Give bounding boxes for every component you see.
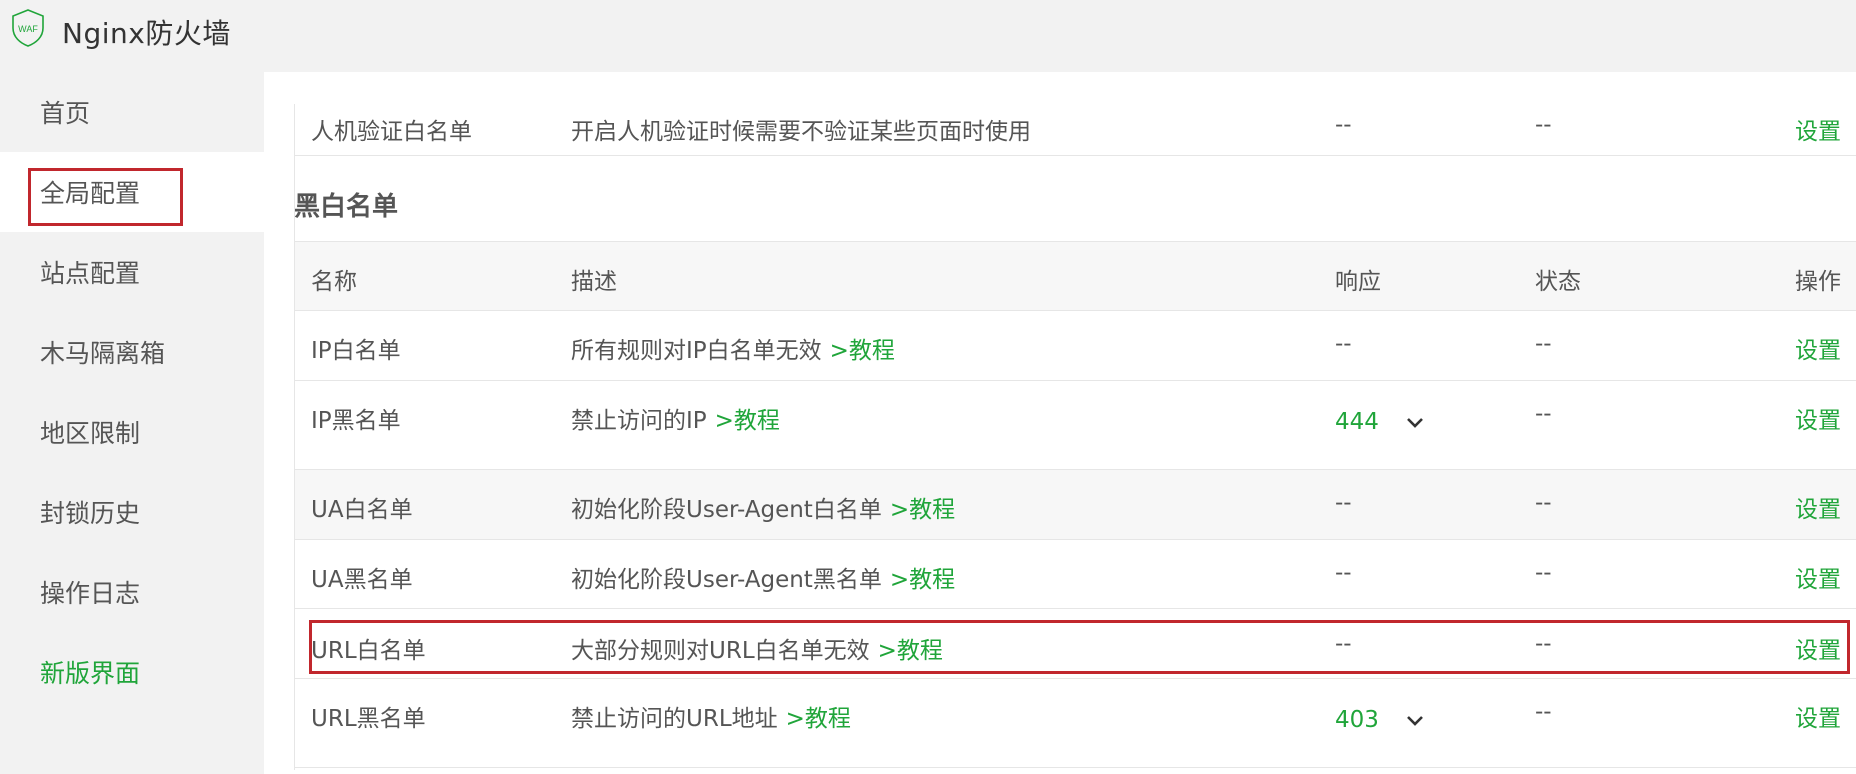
row-desc: 禁止访问的URL地址 >教程 [571, 706, 851, 732]
row-response: -- [1335, 331, 1352, 357]
header-desc: 描述 [571, 269, 617, 295]
settings-link[interactable]: 设置 [1795, 401, 1841, 435]
table-row: UA白名单 初始化阶段User-Agent白名单 >教程 -- -- 设置 [294, 470, 1856, 540]
section-title: 黑白名单 [294, 192, 399, 222]
row-status: -- [1535, 331, 1552, 357]
row-response: -- [1335, 490, 1352, 516]
table-header: 名称 描述 响应 状态 操作 [294, 241, 1856, 311]
row-desc: 初始化阶段User-Agent黑名单 >教程 [571, 567, 956, 593]
table-row: UA黑名单 初始化阶段User-Agent黑名单 >教程 -- -- 设置 [294, 540, 1856, 609]
row-status: -- [1535, 401, 1552, 427]
row-response: -- [1335, 560, 1352, 586]
settings-link[interactable]: 设置 [1795, 490, 1841, 524]
table-row: IP黑名单 禁止访问的IP >教程 444 -- 设置 [294, 381, 1856, 470]
row-status: -- [1535, 112, 1552, 138]
table-row: 人机验证白名单 开启人机验证时候需要不验证某些页面时使用 -- -- 设置 [294, 104, 1856, 156]
row-name: 人机验证白名单 [311, 119, 472, 145]
row-name: IP黑名单 [311, 408, 401, 434]
header-status: 状态 [1535, 269, 1581, 295]
header-response: 响应 [1335, 269, 1381, 295]
sidebar-item-block-history[interactable]: 封锁历史 [0, 472, 264, 552]
highlight-box-global-config [28, 168, 183, 226]
row-name: UA黑名单 [311, 567, 413, 593]
waf-shield-icon: WAF [12, 9, 44, 47]
row-name: URL黑名单 [311, 706, 426, 732]
response-value: 444 [1335, 409, 1379, 435]
settings-link[interactable]: 设置 [1795, 331, 1841, 365]
sidebar-item-operation-log[interactable]: 操作日志 [0, 552, 264, 632]
table-row: URL黑名单 禁止访问的URL地址 >教程 403 -- 设置 [294, 679, 1856, 768]
response-value: 403 [1335, 707, 1379, 733]
settings-link[interactable]: 设置 [1795, 560, 1841, 594]
row-status: -- [1535, 490, 1552, 516]
highlight-box-url-whitelist [309, 620, 1850, 674]
tutorial-link[interactable]: >教程 [830, 338, 895, 364]
row-name: IP白名单 [311, 338, 401, 364]
tutorial-link[interactable]: >教程 [890, 497, 955, 523]
tutorial-link[interactable]: >教程 [786, 706, 851, 732]
row-desc: 禁止访问的IP >教程 [571, 408, 780, 434]
row-desc: 开启人机验证时候需要不验证某些页面时使用 [571, 119, 1031, 145]
tutorial-link[interactable]: >教程 [890, 567, 955, 593]
sidebar-item-site-config[interactable]: 站点配置 [0, 232, 264, 312]
sidebar-item-region-limit[interactable]: 地区限制 [0, 392, 264, 472]
header-name: 名称 [311, 269, 357, 295]
sidebar-item-home[interactable]: 首页 [0, 72, 264, 152]
svg-text:WAF: WAF [18, 24, 38, 34]
row-status: -- [1535, 699, 1552, 725]
table-row: IP白名单 所有规则对IP白名单无效 >教程 -- -- 设置 [294, 311, 1856, 381]
response-select[interactable]: 444 [1335, 409, 1425, 435]
chevron-down-icon[interactable] [1405, 714, 1425, 728]
tutorial-link[interactable]: >教程 [715, 408, 780, 434]
settings-link[interactable]: 设置 [1795, 112, 1841, 146]
sidebar-item-new-ui[interactable]: 新版界面 [0, 632, 264, 712]
chevron-down-icon[interactable] [1405, 416, 1425, 430]
row-status: -- [1535, 560, 1552, 586]
table-left-border [294, 104, 295, 770]
row-name: UA白名单 [311, 497, 413, 523]
app-title: Nginx防火墙 [62, 17, 231, 50]
settings-link[interactable]: 设置 [1795, 699, 1841, 733]
header-op: 操作 [1795, 269, 1841, 295]
row-desc: 所有规则对IP白名单无效 >教程 [571, 338, 895, 364]
row-desc: 初始化阶段User-Agent白名单 >教程 [571, 497, 956, 523]
sidebar-item-trojan-quarantine[interactable]: 木马隔离箱 [0, 312, 264, 392]
response-select[interactable]: 403 [1335, 707, 1425, 733]
row-response: -- [1335, 112, 1352, 138]
top-bar: WAF Nginx防火墙 [0, 0, 1856, 72]
